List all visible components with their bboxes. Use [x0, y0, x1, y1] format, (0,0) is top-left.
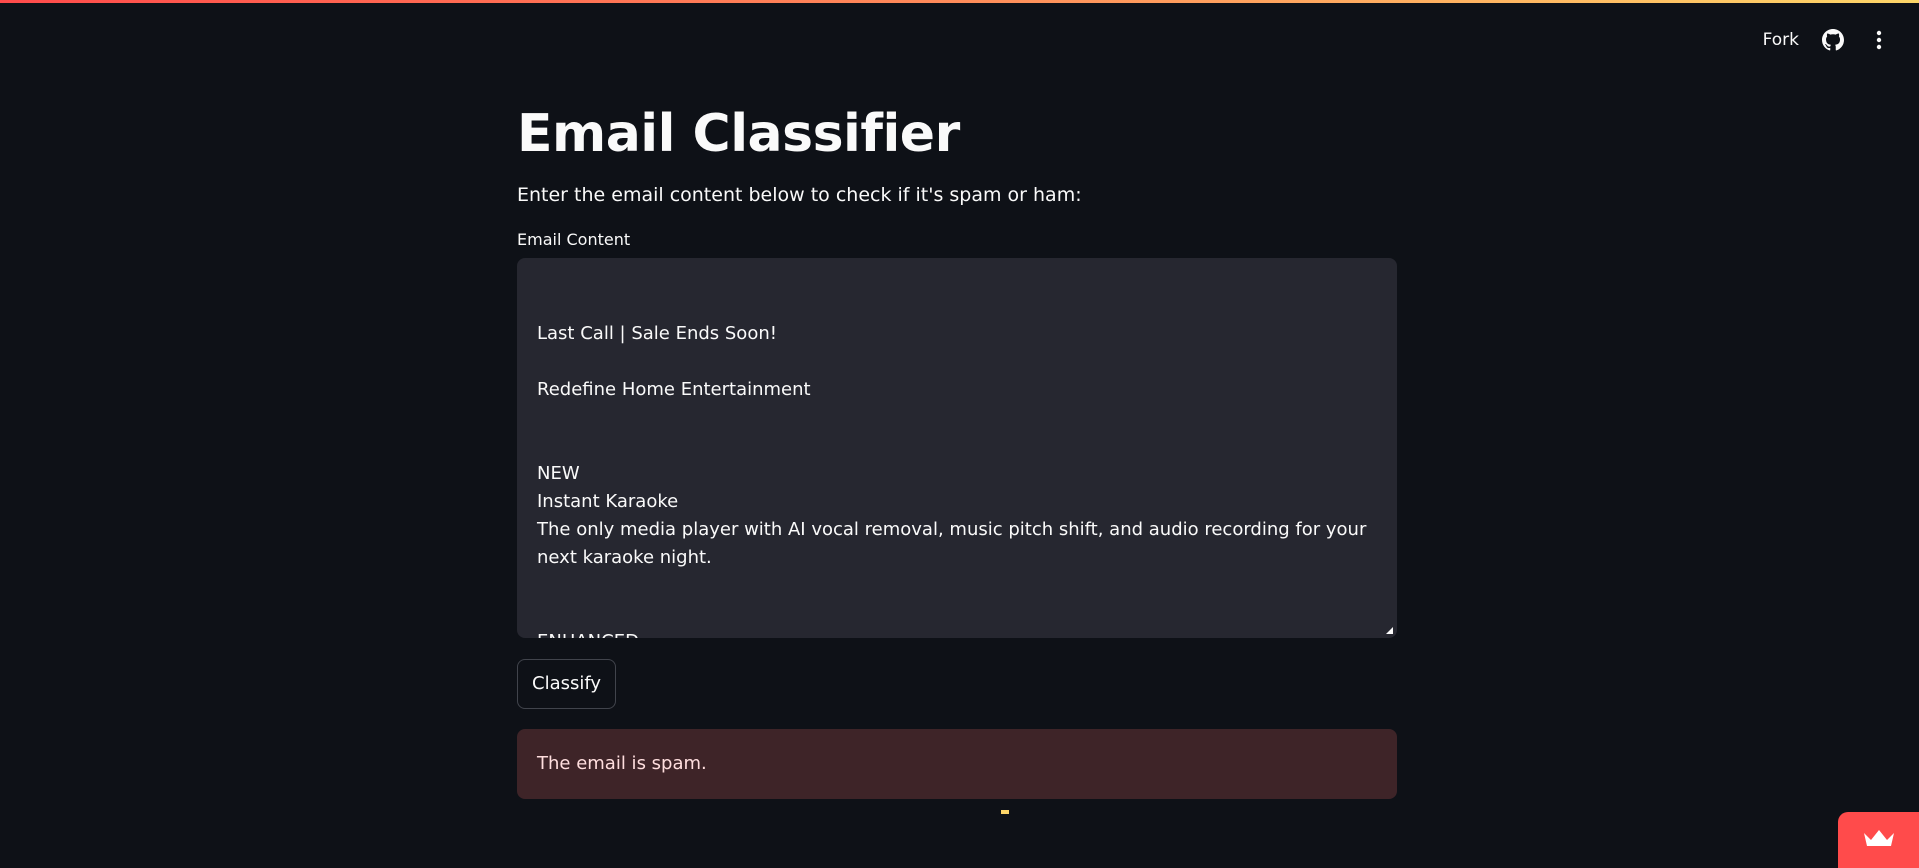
streamlit-badge[interactable] [1838, 812, 1919, 868]
classify-button[interactable]: Classify [517, 659, 617, 709]
email-content-textarea[interactable] [517, 258, 1397, 638]
top-decoration-stripe [0, 0, 1919, 3]
top-toolbar: Fork [1763, 28, 1891, 52]
result-alert: The email is spam. [517, 729, 1397, 799]
github-icon[interactable] [1821, 28, 1845, 52]
text-cursor-marker [1001, 810, 1009, 814]
email-content-container [517, 258, 1397, 638]
page-subtitle: Enter the email content below to check i… [517, 184, 1082, 206]
main-content: Email Classifier Enter the email content… [517, 98, 1397, 799]
crown-icon [1862, 827, 1896, 853]
email-content-label: Email Content [517, 230, 631, 249]
fork-link[interactable]: Fork [1763, 30, 1799, 50]
resize-handle-icon[interactable] [1386, 627, 1393, 634]
page-title: Email Classifier [517, 104, 960, 164]
more-vertical-icon[interactable] [1867, 28, 1891, 52]
